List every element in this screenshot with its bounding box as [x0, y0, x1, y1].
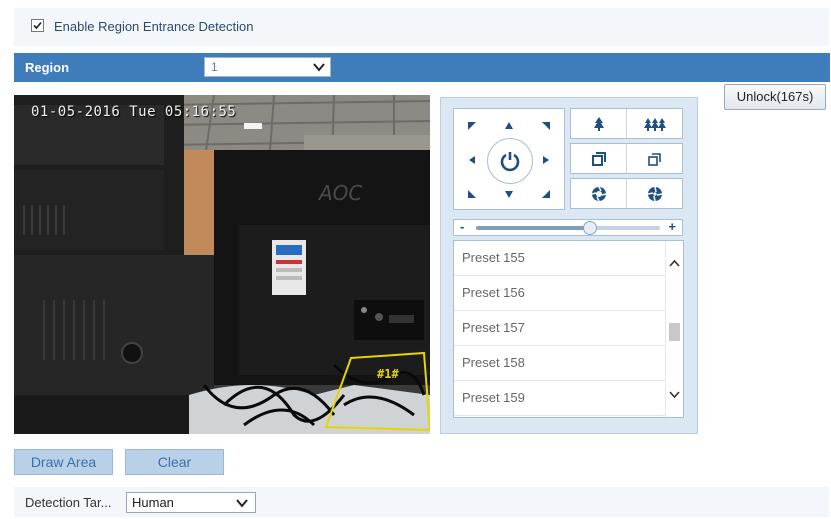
detection-target-label: Detection Tar... [25, 495, 112, 510]
enable-detection-checkbox[interactable] [31, 19, 44, 32]
iris-close-icon [647, 186, 662, 201]
arrow-down-left-icon [468, 189, 476, 198]
zoom-in-button[interactable] [571, 109, 626, 138]
preset-item[interactable]: Preset 155 [454, 241, 667, 276]
iris-open-icon [591, 186, 606, 201]
iris-controls [570, 178, 683, 209]
preset-list: Preset 155 Preset 156 Preset 157 Preset … [453, 240, 684, 418]
arrow-up-left-icon [468, 121, 476, 130]
zoom-controls [570, 108, 683, 139]
enable-detection-row: Enable Region Entrance Detection [14, 8, 829, 46]
chevron-down-icon [313, 63, 325, 72]
pan-down-right-button[interactable] [528, 177, 564, 210]
preset-item[interactable]: Preset 157 [454, 311, 667, 346]
pan-up-left-button[interactable] [454, 109, 490, 142]
arrow-down-icon [505, 190, 513, 198]
speed-slider-thumb[interactable] [583, 221, 598, 235]
region-select-value: 1 [211, 60, 218, 74]
detection-target-row: Detection Tar... Human [14, 487, 829, 517]
focus-far-icon [647, 152, 661, 166]
detection-target-value: Human [132, 495, 174, 510]
scroll-up-icon[interactable] [668, 257, 681, 270]
focus-controls [570, 143, 683, 174]
osd-timestamp: 01-05-2016 Tue 05:16:55 [31, 104, 237, 120]
focus-near-button[interactable] [571, 144, 626, 173]
pan-down-button[interactable] [491, 177, 527, 210]
enable-detection-label[interactable]: Enable Region Entrance Detection [54, 19, 253, 34]
arrow-up-icon [505, 121, 513, 129]
preset-item[interactable]: Preset 156 [454, 276, 667, 311]
zoom-out-icon [643, 117, 666, 131]
preset-item[interactable]: Preset 159 [454, 381, 667, 416]
monitor-brand: AOC [317, 181, 362, 205]
detection-target-select[interactable]: Human [126, 492, 256, 513]
scroll-down-icon[interactable] [668, 388, 681, 401]
preset-scrollbar[interactable] [665, 241, 683, 417]
speed-fill [476, 226, 591, 230]
zoom-in-icon [593, 116, 604, 131]
arrow-left-icon [469, 155, 475, 164]
direction-pad [453, 108, 565, 210]
pan-up-right-button[interactable] [528, 109, 564, 142]
pan-down-left-button[interactable] [454, 177, 490, 210]
region-tag: #1# [377, 367, 399, 381]
iris-close-button[interactable] [626, 179, 682, 208]
preset-item[interactable]: Preset 158 [454, 346, 667, 381]
region-bar: Region 1 [14, 53, 830, 82]
focus-far-button[interactable] [626, 144, 682, 173]
arrow-right-icon [543, 155, 549, 164]
ptz-control-panel: - + Preset 155 Preset 156 Preset 157 Pre… [440, 97, 698, 434]
chevron-down-icon [236, 499, 248, 508]
ptz-speed-slider[interactable]: - + [453, 219, 683, 236]
speed-increase-button[interactable]: + [668, 219, 676, 234]
clear-button[interactable]: Clear [125, 449, 224, 475]
scrollbar-thumb[interactable] [669, 323, 680, 341]
auto-rotate-icon [500, 152, 520, 172]
focus-near-icon [591, 151, 606, 166]
live-video-view[interactable]: AOC 01-05-2016 Tue 05:16:55 #1# [14, 95, 430, 434]
camera-scene: AOC [14, 95, 430, 434]
speed-track[interactable] [476, 221, 660, 235]
region-select[interactable]: 1 [204, 57, 331, 77]
speed-decrease-button[interactable]: - [460, 219, 464, 234]
iris-open-button[interactable] [571, 179, 626, 208]
pan-right-button[interactable] [528, 143, 564, 176]
unlock-button[interactable]: Unlock(167s) [724, 84, 826, 110]
draw-area-button[interactable]: Draw Area [14, 449, 113, 475]
pan-left-button[interactable] [454, 143, 490, 176]
region-label: Region [25, 60, 70, 75]
zoom-out-button[interactable] [626, 109, 682, 138]
arrow-down-right-icon [542, 189, 550, 198]
arrow-up-right-icon [542, 121, 550, 130]
